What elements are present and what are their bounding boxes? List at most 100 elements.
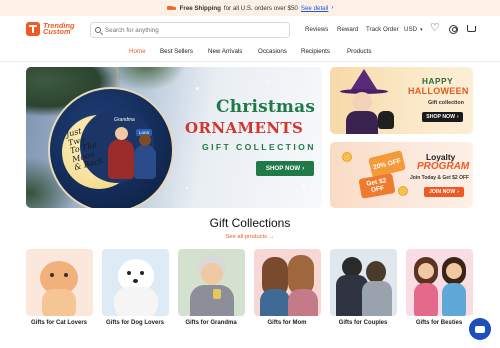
chevron-down-icon: ▾	[420, 26, 423, 33]
site-logo[interactable]: Trending Custom	[26, 22, 74, 36]
halloween-promo[interactable]: HAPPY HALLOWEEN Gift collection SHOP NOW…	[330, 67, 473, 134]
cat-body	[42, 289, 76, 316]
collection-card-dog-lovers[interactable]	[102, 249, 169, 316]
arrow-right-icon: →	[268, 234, 275, 240]
reward-link[interactable]: Reward	[337, 26, 358, 33]
announcement-bar: Free Shipping for all U.S. orders over $…	[0, 0, 500, 16]
nav-item-new-arrivals[interactable]: New Arrivals	[208, 48, 242, 55]
collection-card-besties[interactable]	[406, 249, 473, 316]
ornament-string	[117, 67, 118, 89]
hero-subtitle: GIFT COLLECTION	[202, 142, 316, 152]
snowflake	[302, 185, 305, 188]
cart-icon[interactable]	[466, 25, 476, 34]
halloween-line1: HAPPY	[422, 77, 454, 86]
see-all-products-link[interactable]: See all products →	[0, 234, 500, 240]
nav-item-products[interactable]: Products	[347, 48, 371, 55]
user-icon[interactable]	[449, 25, 458, 34]
search-box[interactable]	[90, 22, 290, 38]
bestie2-body	[442, 283, 466, 316]
loyalty-line2: PROGRAM	[417, 161, 470, 172]
halloween-shop-now-label: SHOP NOW	[426, 114, 455, 120]
collection-card-couples[interactable]	[330, 249, 397, 316]
gift-collections-title: Gift Collections	[209, 216, 291, 230]
logo-text: Trending Custom	[43, 22, 74, 36]
cat-eye	[64, 273, 68, 277]
dog-nose	[133, 279, 138, 283]
announcement-text: for all U.S. orders over $50	[223, 4, 298, 12]
ornament-name-1: Grandma	[114, 117, 135, 123]
bestie2-face	[446, 263, 462, 279]
collection-card-cat-lovers[interactable]	[26, 249, 93, 316]
logo-line2: Custom	[43, 27, 71, 36]
coffee-cup	[213, 289, 221, 299]
loyalty-promo[interactable]: 20% OFF Get $2 OFF Loyalty PROGRAM Join …	[330, 142, 473, 208]
chevron-right-icon: ›	[457, 114, 459, 120]
snowflake	[266, 81, 268, 83]
grandma-body	[190, 285, 234, 316]
loyalty-sub: Join Today & Get $2 OFF	[410, 175, 470, 181]
halloween-line2: HALLOWEEN	[408, 86, 469, 96]
collection-label-cat-lovers[interactable]: Gifts for Cat Lovers	[19, 320, 99, 326]
coin-icon	[398, 186, 408, 196]
reviews-link[interactable]: Reviews	[305, 26, 328, 33]
daughter-body	[288, 289, 318, 316]
hero-title-1: Christmas	[216, 97, 316, 117]
chat-icon[interactable]	[469, 318, 491, 340]
hero-banner[interactable]: Just Two To The Moon & Back Grandma Luna…	[26, 67, 322, 208]
woman-body	[362, 281, 392, 316]
mom-body	[260, 289, 290, 316]
dog-eye	[127, 271, 131, 275]
nav-item-occasions[interactable]: Occasions	[258, 48, 287, 55]
see-detail-arrow-icon: ›	[331, 5, 334, 11]
cat-eye	[50, 273, 54, 277]
collection-label-besties[interactable]: Gifts for Besties	[399, 320, 479, 326]
snowflake	[186, 187, 188, 189]
category-nav: Home Best Sellers New Arrivals Occasions…	[0, 46, 500, 60]
announcement-bold: Free Shipping	[179, 4, 221, 12]
nav-divider	[0, 61, 500, 62]
currency-selector[interactable]: USD ▾	[404, 26, 423, 33]
search-icon	[95, 27, 101, 33]
coupon-2-off: Get $2 OFF	[358, 173, 396, 199]
see-all-label: See all products	[225, 234, 268, 240]
track-order-link[interactable]: Track Order	[366, 26, 399, 33]
collection-card-mom[interactable]	[254, 249, 321, 316]
logo-mark-icon	[26, 22, 40, 36]
grandma-face	[201, 263, 223, 285]
halloween-sub: Gift collection	[428, 100, 464, 106]
search-input[interactable]	[105, 26, 285, 34]
loyalty-join-now-button[interactable]: JOIN NOW ›	[424, 187, 464, 197]
nav-item-best-sellers[interactable]: Best Sellers	[160, 48, 193, 55]
woman-head	[366, 261, 386, 283]
figure-grandma	[108, 127, 134, 179]
hero-shop-now-label: SHOP NOW	[265, 165, 301, 172]
nav-item-recipients[interactable]: Recipients	[301, 48, 330, 55]
dog-body	[114, 287, 158, 316]
halloween-shop-now-button[interactable]: SHOP NOW ›	[422, 112, 463, 122]
loyalty-join-now-label: JOIN NOW	[429, 189, 456, 195]
dog-eye	[140, 271, 144, 275]
witch-hat-icon	[350, 69, 378, 91]
bestie1-face	[418, 263, 434, 279]
chevron-right-icon: ›	[457, 189, 459, 195]
snowflake	[196, 87, 199, 90]
man-head	[342, 257, 362, 277]
hero-shop-now-button[interactable]: SHOP NOW ›	[256, 161, 314, 176]
collection-label-couples[interactable]: Gifts for Couples	[323, 320, 403, 326]
collection-card-grandma[interactable]	[178, 249, 245, 316]
nav-item-home[interactable]: Home	[129, 48, 146, 55]
currency-value: USD	[404, 26, 418, 33]
hero-title-2: ORNAMENTS	[185, 119, 304, 137]
ornament-image: Just Two To The Moon & Back Grandma Luna	[48, 87, 174, 208]
figure-child	[134, 134, 156, 179]
truck-icon	[166, 5, 177, 12]
collection-label-dog-lovers[interactable]: Gifts for Dog Lovers	[95, 320, 175, 326]
coin-icon	[342, 152, 352, 162]
collection-label-mom[interactable]: Gifts for Mom	[247, 320, 327, 326]
chevron-right-icon: ›	[302, 165, 305, 172]
site-header: Trending Custom Reviews Reward Track Ord…	[0, 16, 500, 44]
heart-icon[interactable]	[430, 21, 440, 34]
see-detail-link[interactable]: See detail	[301, 5, 329, 12]
black-cat-icon	[378, 111, 394, 129]
collection-label-grandma[interactable]: Gifts for Grandma	[171, 320, 251, 326]
